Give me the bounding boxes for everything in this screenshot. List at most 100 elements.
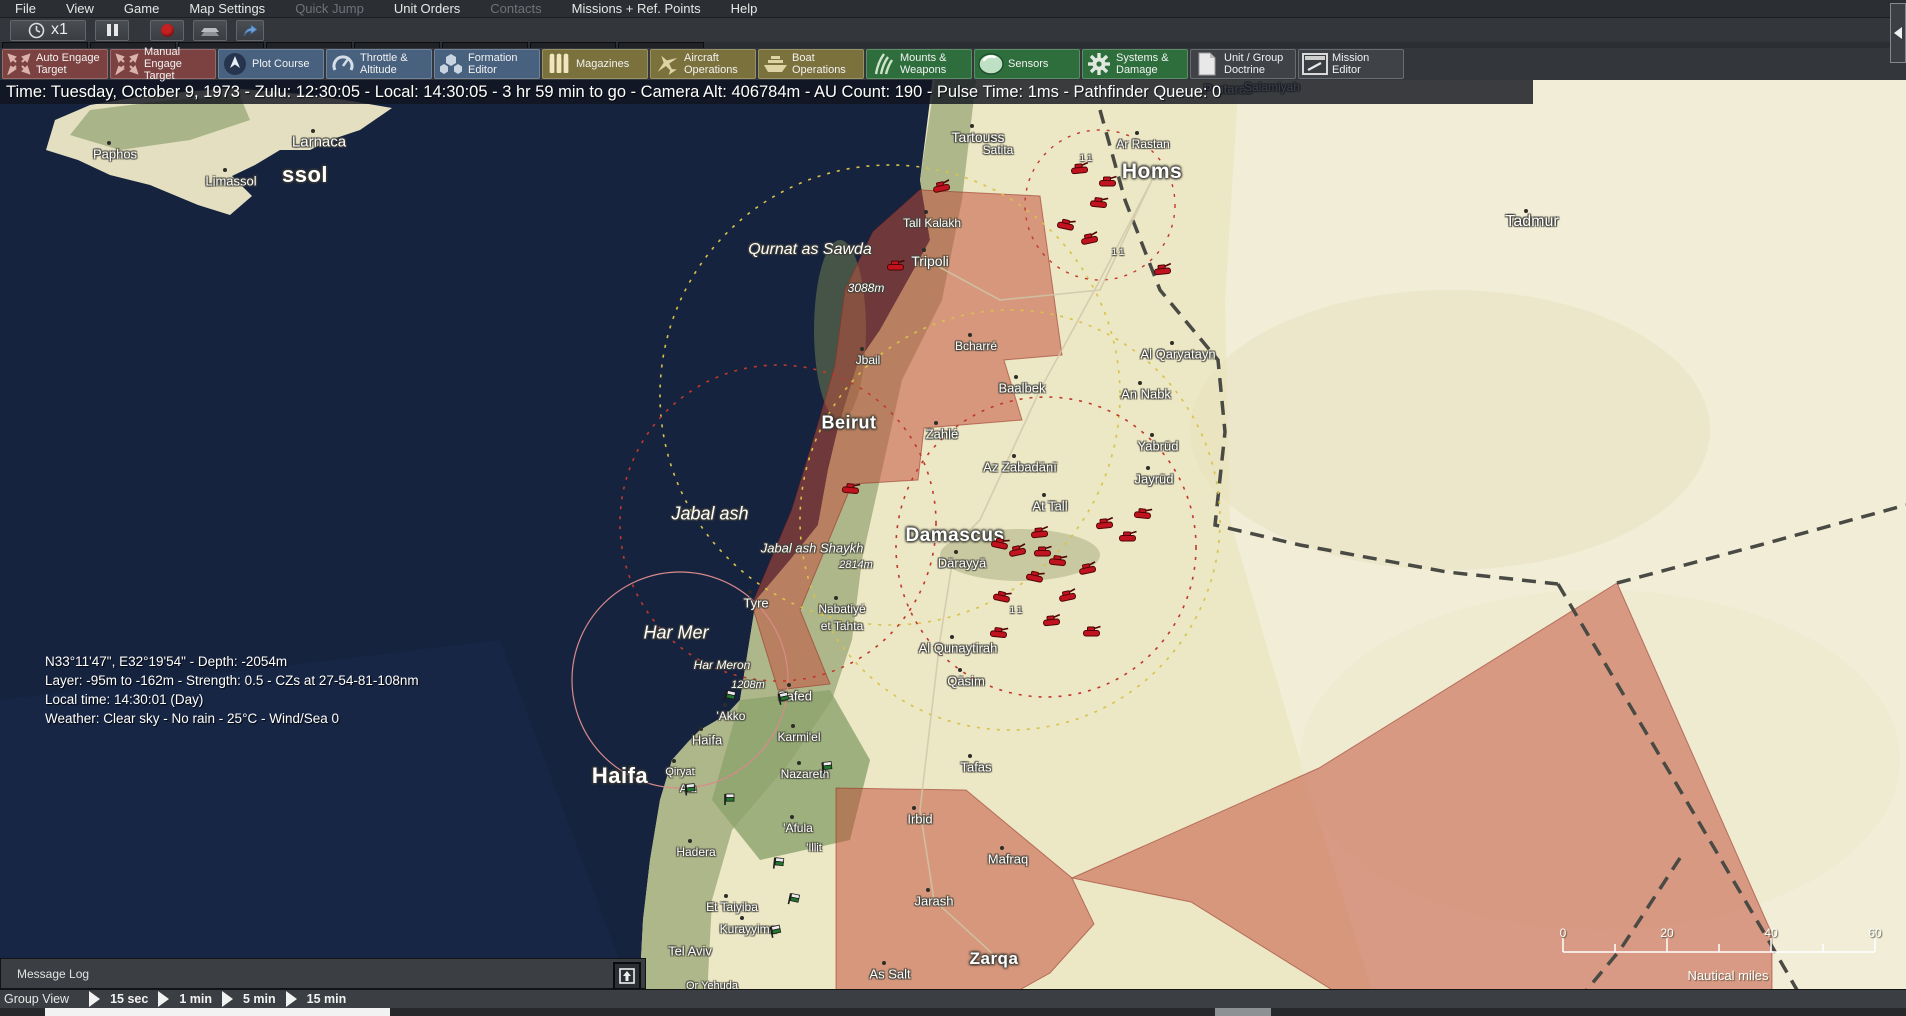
message-log-expand-button[interactable]: [613, 962, 641, 990]
map-label-tadmur: Tadmur: [1505, 213, 1558, 231]
town-dot: [934, 421, 938, 425]
menu-item-file[interactable]: File: [0, 0, 51, 17]
horizontal-scrollbar[interactable]: [0, 1008, 1906, 1016]
menu-item-help[interactable]: Help: [716, 0, 773, 17]
formation-editor-button[interactable]: FormationEditor: [434, 49, 540, 79]
boat-operations-button[interactable]: BoatOperations: [758, 49, 864, 79]
scrollbar-block[interactable]: [1215, 1008, 1271, 1016]
hostile-ground-unit-icon[interactable]: [1153, 261, 1174, 281]
aircraft-operations-button[interactable]: AircraftOperations: [650, 49, 756, 79]
map-label-al-qaryatayn: Al Qaryatayn: [1140, 347, 1215, 362]
hostile-ground-unit-icon[interactable]: [1030, 524, 1051, 544]
map-label--akko: 'Akko: [717, 709, 746, 723]
pause-button[interactable]: [95, 20, 129, 41]
hostile-ground-unit-icon[interactable]: [1099, 174, 1118, 192]
toolbar-collapse-button[interactable]: [1890, 3, 1906, 63]
mounts-icon: [870, 51, 896, 77]
toolbar-button-label: Throttle &Altitude: [360, 52, 408, 76]
message-log-title: Message Log: [1, 967, 89, 981]
town-dot: [958, 668, 962, 672]
auto-engage-target-button[interactable]: Auto EngageTarget: [2, 49, 108, 79]
hostile-ground-unit-icon[interactable]: [887, 258, 906, 276]
hostile-ground-unit-icon[interactable]: [1055, 215, 1077, 237]
scrollbar-thumb[interactable]: [45, 1008, 390, 1016]
hostile-ground-unit-icon[interactable]: [931, 177, 953, 199]
map-label-1-1: 1 1: [1112, 247, 1125, 257]
message-log-panel[interactable]: Message Log: [0, 958, 646, 989]
menu-item-missions-ref-points[interactable]: Missions + Ref. Points: [557, 0, 716, 17]
magazines-icon: [546, 51, 572, 77]
friendly-ground-unit-icon[interactable]: [820, 760, 834, 779]
time-step-bar: Group View 15 sec1 min5 min15 min: [0, 989, 1906, 1008]
engage-icon: [6, 51, 32, 77]
map-layers-button[interactable]: [193, 20, 227, 41]
magazines-button[interactable]: Magazines: [542, 49, 648, 79]
menu-item-contacts: Contacts: [475, 0, 556, 17]
plot-course-button[interactable]: Plot Course: [218, 49, 324, 79]
friendly-ground-unit-icon[interactable]: [683, 782, 697, 801]
scale-tick-label: 40: [1764, 926, 1777, 940]
systems-damage-button[interactable]: Systems &Damage: [1082, 49, 1188, 79]
toolbar-button-label: Magazines: [576, 58, 629, 70]
map-label-nabatiy-: Nabatiyé: [818, 602, 865, 616]
map-label-1208m: 1208m: [731, 679, 765, 691]
info-overlay-line: Layer: -95m to -162m - Strength: 0.5 - C…: [45, 671, 419, 690]
menu-item-unit-orders[interactable]: Unit Orders: [379, 0, 475, 17]
time-step-button-15-sec[interactable]: 15 sec: [110, 992, 148, 1006]
pause-icon: [107, 24, 118, 36]
sim-speed-label: x1: [51, 21, 68, 39]
menu-bar: FileViewGameMap SettingsQuick JumpUnit O…: [0, 0, 1906, 17]
hostile-ground-unit-icon[interactable]: [1095, 515, 1116, 535]
time-step-button-1-min[interactable]: 1 min: [179, 992, 212, 1006]
map-label-yabr-d: Yabrūd: [1138, 439, 1179, 454]
sensors-icon: [978, 51, 1004, 77]
terrain-blotch: [1190, 290, 1710, 570]
town-dot: [311, 129, 315, 133]
sensors-button[interactable]: Sensors: [974, 49, 1080, 79]
map-label-qiryat: Qiryat: [665, 766, 694, 778]
friendly-ground-unit-icon[interactable]: [771, 856, 785, 875]
hostile-ground-unit-icon[interactable]: [1077, 559, 1099, 581]
map-label-tripoli: Tripoli: [911, 253, 949, 269]
town-dot: [740, 916, 744, 920]
friendly-ground-unit-icon[interactable]: [723, 793, 735, 811]
hostile-ground-unit-icon[interactable]: [1024, 567, 1046, 589]
toolbar-button-label: Sensors: [1008, 58, 1048, 70]
record-button[interactable]: [150, 20, 184, 41]
town-dot: [223, 168, 227, 172]
hostile-ground-unit-icon[interactable]: [989, 624, 1010, 644]
plot-course-icon: [222, 51, 248, 77]
hostile-ground-unit-icon[interactable]: [1089, 194, 1110, 214]
map-label-jayr-d: Jayrūd: [1134, 472, 1173, 487]
hostile-ground-unit-icon[interactable]: [1048, 552, 1069, 572]
hostile-ground-unit-icon[interactable]: [1007, 541, 1029, 563]
sim-speed-button[interactable]: x1: [10, 20, 86, 41]
hostile-ground-unit-icon[interactable]: [1070, 160, 1091, 180]
town-dot: [107, 141, 111, 145]
hostile-ground-unit-icon[interactable]: [991, 587, 1013, 609]
menu-item-game[interactable]: Game: [109, 0, 174, 17]
hostile-ground-unit-icon[interactable]: [1083, 624, 1102, 642]
engage-icon: [114, 51, 140, 77]
layers-icon: [200, 23, 220, 37]
map-label-mafraq: Mafraq: [988, 852, 1028, 867]
hostile-ground-unit-icon[interactable]: [1079, 229, 1101, 251]
hostile-ground-unit-icon[interactable]: [841, 480, 862, 500]
time-step-button-15-min[interactable]: 15 min: [307, 992, 347, 1006]
hostile-ground-unit-icon[interactable]: [1042, 612, 1063, 632]
map-label-jarash: Jarash: [914, 894, 953, 909]
menu-item-view[interactable]: View: [51, 0, 109, 17]
unit-group-doctrine-button[interactable]: Unit / GroupDoctrine: [1190, 49, 1296, 79]
hostile-ground-unit-icon[interactable]: [1057, 586, 1079, 608]
hostile-ground-unit-icon[interactable]: [1133, 505, 1154, 525]
hostile-ground-unit-icon[interactable]: [1119, 529, 1138, 547]
expand-up-icon: [619, 968, 635, 984]
mounts-weapons-button[interactable]: Mounts &Weapons: [866, 49, 972, 79]
manual-engage-target-button[interactable]: ManualEngage Target: [110, 49, 216, 79]
mission-editor-button[interactable]: MissionEditor: [1298, 49, 1404, 79]
throttle-altitude-button[interactable]: Throttle &Altitude: [326, 49, 432, 79]
jump-button[interactable]: [236, 20, 264, 41]
tactical-map[interactable]: [0, 0, 1906, 1016]
time-step-button-5-min[interactable]: 5 min: [243, 992, 276, 1006]
menu-item-map-settings[interactable]: Map Settings: [174, 0, 280, 17]
